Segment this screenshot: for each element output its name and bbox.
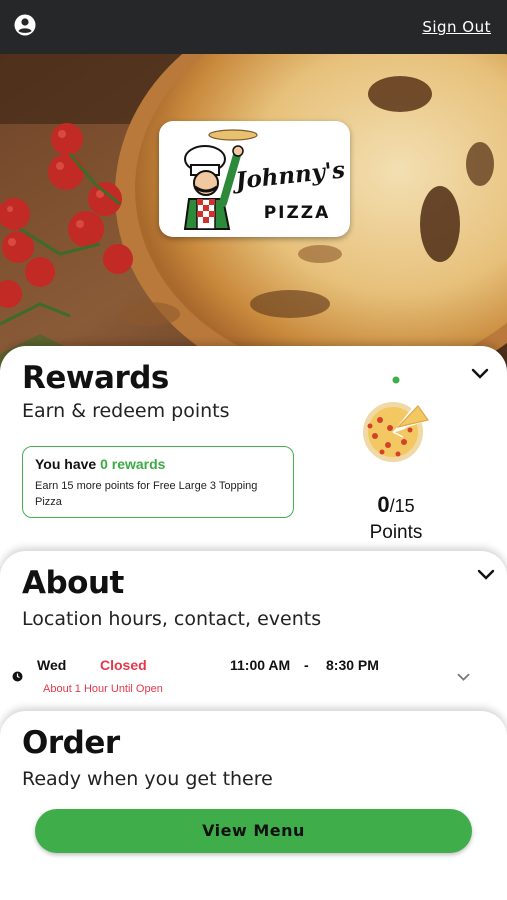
progress-indicator-dot: [392, 376, 400, 384]
about-title: About: [22, 565, 124, 601]
rewards-count-line: You have 0 rewards: [35, 456, 165, 472]
earn-more-text: Earn 15 more points for Free Large 3 Top…: [35, 480, 258, 508]
order-subtitle: Ready when you get there: [22, 768, 273, 790]
order-title: Order: [22, 725, 120, 761]
points-count: 0/15: [346, 492, 446, 518]
rewards-status-box: You have 0 rewards Earn 15 more points f…: [22, 446, 294, 518]
sign-out-link[interactable]: Sign Out: [422, 18, 491, 36]
close-time: 8:30 PM: [326, 657, 379, 673]
points-label: Points: [369, 522, 423, 543]
points-total: /15: [389, 496, 415, 516]
account-icon[interactable]: [14, 14, 36, 36]
clock-icon: [12, 671, 23, 682]
pizza-progress-icon: [363, 402, 430, 462]
logo-text-johnnys: Johnny's: [230, 156, 346, 195]
logo-text-pizza: PIZZA: [264, 203, 331, 223]
rewards-title: Rewards: [22, 360, 169, 396]
top-bar: Sign Out: [0, 0, 507, 54]
rewards-count: 0 rewards: [100, 456, 166, 472]
view-menu-button[interactable]: View Menu: [35, 809, 472, 853]
hours-expand-chevron-icon[interactable]: [457, 673, 470, 682]
open-time: 11:00 AM: [230, 657, 291, 673]
you-have-label: You have: [35, 456, 97, 472]
rewards-card[interactable]: Rewards Earn & redeem points You have 0 …: [0, 346, 507, 566]
chevron-down-icon[interactable]: [477, 569, 495, 581]
rewards-subtitle: Earn & redeem points: [22, 400, 230, 422]
order-card[interactable]: Order Ready when you get there View Menu: [0, 711, 507, 900]
hours-separator: -: [304, 657, 309, 673]
brand-logo: Johnny's PIZZA: [159, 121, 350, 237]
open-status-badge: Closed: [100, 657, 147, 673]
points-current: 0: [377, 492, 390, 517]
about-subtitle: Location hours, contact, events: [22, 608, 322, 630]
chevron-down-icon[interactable]: [471, 368, 489, 380]
hours-day: Wed: [37, 657, 67, 673]
until-open-text: About 1 Hour Until Open: [43, 683, 163, 695]
